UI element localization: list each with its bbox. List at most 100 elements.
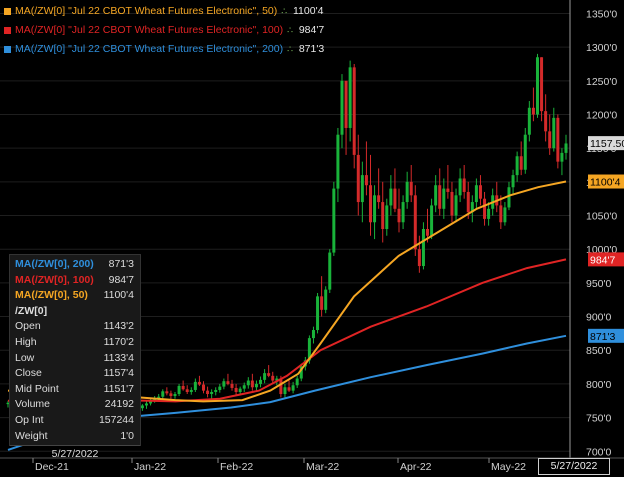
- y-tick-label: 1200'0: [586, 110, 617, 122]
- candle-body: [189, 389, 193, 392]
- candle-body: [401, 202, 405, 223]
- candle-body: [328, 252, 332, 290]
- tooltip-row-label: Op Int: [15, 413, 44, 426]
- candle-body: [348, 67, 352, 128]
- candle-body: [360, 175, 364, 203]
- ma50-legend-value: 1100'4: [293, 5, 324, 17]
- legend-ma50[interactable]: MA(/ZW[0] "Jul 22 CBOT Wheat Futures Ele…: [4, 2, 324, 21]
- x-tick-label: Jan-22: [134, 461, 166, 473]
- candle-body: [356, 154, 360, 203]
- ma50-swatch: [4, 8, 11, 15]
- ma200-legend-value: 871'3: [298, 43, 325, 55]
- tooltip-row-value: 1143'2: [103, 320, 134, 333]
- candle-body: [548, 131, 552, 149]
- candle-body: [499, 205, 503, 223]
- candle-body: [197, 381, 201, 385]
- candle-body: [519, 156, 523, 170]
- candle-body: [295, 378, 299, 386]
- candle-body: [185, 389, 189, 392]
- candle-body: [226, 381, 230, 384]
- candle-body: [250, 380, 254, 388]
- candle-body: [344, 80, 348, 128]
- candle-body: [246, 380, 250, 386]
- price-tag-label: 1100'4: [590, 177, 621, 189]
- candle-body: [161, 391, 165, 397]
- settings-icon[interactable]: ∴: [281, 2, 287, 21]
- tooltip-row-low: Low 1133'4: [10, 351, 140, 367]
- candle-body: [454, 195, 458, 216]
- candle-body: [193, 381, 197, 390]
- tooltip-row-label: Low: [15, 351, 35, 364]
- y-tick-label: 850'0: [586, 345, 612, 357]
- candle-body: [478, 185, 482, 199]
- tooltip-row-value: 1133'4: [103, 351, 134, 364]
- candle-body: [218, 386, 222, 390]
- candle-body: [222, 381, 226, 387]
- ma100-swatch: [4, 27, 11, 34]
- candle-body: [169, 393, 173, 397]
- tooltip-row-volume: Volume 24192: [10, 397, 140, 413]
- candle-body: [511, 175, 515, 188]
- candle-body: [450, 191, 454, 216]
- tooltip-row-mid-point: Mid Point 1151'7: [10, 382, 140, 398]
- candle-body: [462, 178, 466, 192]
- tooltip-rows: Open 1143'2 High 1170'2 Low 1133'4 Close 1157'4…: [10, 319, 140, 444]
- candle-body: [515, 156, 519, 176]
- y-tick-label: 1300'0: [586, 42, 617, 54]
- candle-body: [385, 205, 389, 229]
- tooltip-row-op-int: Op Int 157244: [10, 413, 140, 429]
- candle-body: [173, 394, 177, 397]
- candle-body: [483, 198, 487, 219]
- price-tag-label: 984'7: [590, 254, 616, 266]
- candle-body: [206, 390, 210, 395]
- settings-icon[interactable]: ∴: [287, 40, 293, 59]
- candle-body: [438, 185, 442, 209]
- tooltip-row-label: Volume: [15, 398, 51, 411]
- candle-body: [413, 195, 417, 250]
- candle-body: [421, 229, 425, 267]
- candle-body: [332, 188, 336, 253]
- tooltip-symbol: /ZW[0]: [10, 304, 140, 320]
- candle-body: [397, 208, 401, 223]
- data-tooltip: MA(/ZW[0], 200) 871'3 MA(/ZW[0], 100) 98…: [9, 254, 141, 460]
- x-tick-label: Dec-21: [35, 461, 69, 473]
- tooltip-row-label: High: [15, 335, 37, 348]
- legend-ma200[interactable]: MA(/ZW[0] "Jul 22 CBOT Wheat Futures Ele…: [4, 40, 324, 59]
- tooltip-ma50: MA(/ZW[0], 50) 1100'4: [10, 288, 140, 304]
- legend-ma100[interactable]: MA(/ZW[0] "Jul 22 CBOT Wheat Futures Ele…: [4, 21, 324, 40]
- candle-body: [352, 67, 356, 155]
- candle-body: [210, 391, 214, 395]
- candle-body: [340, 80, 344, 135]
- candle-body: [560, 152, 564, 162]
- candle-body: [381, 202, 385, 229]
- candle-body: [474, 185, 478, 203]
- settings-icon[interactable]: ∴: [287, 21, 293, 40]
- candle-body: [202, 384, 206, 391]
- candle-body: [267, 373, 271, 376]
- tooltip-row-close: Close 1157'4: [10, 366, 140, 382]
- tooltip-ma50-label: MA(/ZW[0], 50): [15, 289, 88, 302]
- tooltip-row-value: 1'0: [120, 429, 134, 442]
- candle-body: [144, 403, 148, 406]
- tooltip-date: 5/27/2022: [10, 445, 140, 462]
- tooltip-symbol-label: /ZW[0]: [15, 304, 48, 317]
- tooltip-ma200-label: MA(/ZW[0], 200): [15, 258, 94, 270]
- candle-body: [552, 117, 556, 149]
- candle-body: [535, 57, 539, 115]
- candle-body: [426, 229, 430, 236]
- y-tick-label: 1050'0: [586, 211, 617, 223]
- tooltip-row-value: 24192: [104, 398, 134, 411]
- candle-body: [336, 134, 340, 189]
- candle-body: [434, 185, 438, 206]
- tooltip-ma200-value: 871'3: [108, 258, 134, 270]
- y-tick-label: 750'0: [586, 413, 612, 425]
- tooltip-ma200: MA(/ZW[0], 200) 871'3: [10, 257, 140, 273]
- candle-body: [430, 205, 434, 236]
- x-tick-label: Apr-22: [400, 461, 432, 473]
- tooltip-row-high: High 1170'2: [10, 335, 140, 351]
- x-tick-label: May-22: [491, 461, 526, 473]
- study-legend: MA(/ZW[0] "Jul 22 CBOT Wheat Futures Ele…: [4, 2, 324, 59]
- candle-body: [140, 405, 144, 409]
- candle-body: [540, 57, 544, 112]
- candle-body: [564, 143, 568, 153]
